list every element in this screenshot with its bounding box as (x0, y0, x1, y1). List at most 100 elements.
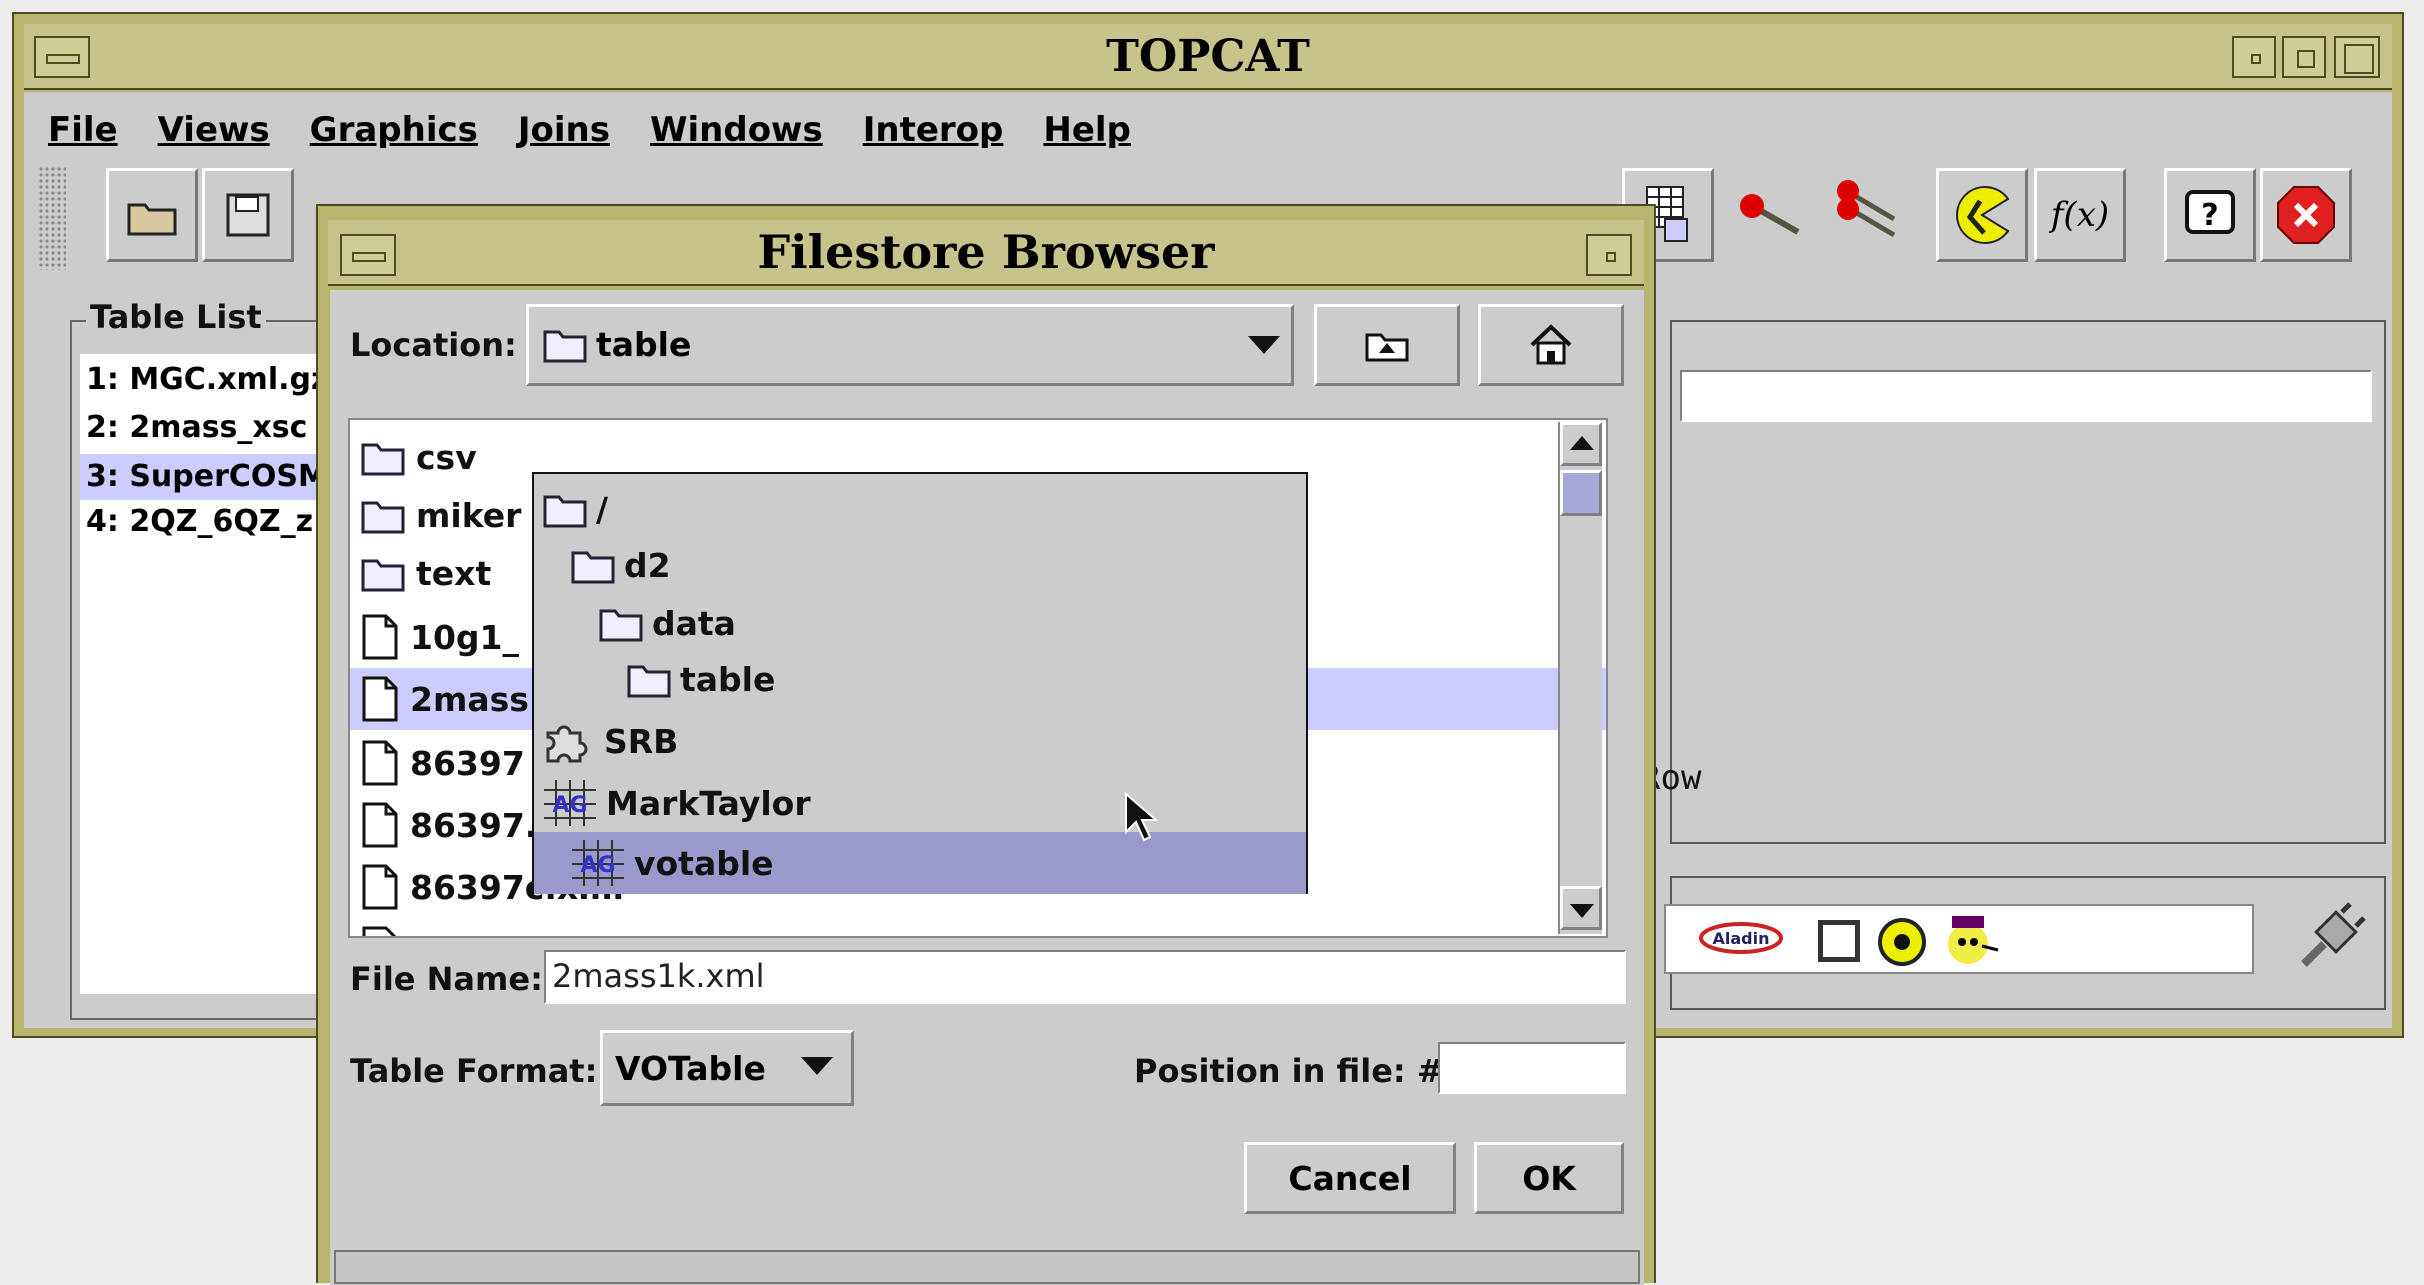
menu-help[interactable]: Help (1043, 110, 1131, 154)
topcat-title-bar[interactable]: TOPCAT (24, 24, 2392, 90)
table-list-item[interactable]: 2: 2mass_xsc (86, 410, 307, 445)
scroll-down-button[interactable] (1560, 886, 1602, 930)
pacman-cursor-icon (1956, 186, 2010, 244)
table-list-item[interactable]: 1: MGC.xml.gz (86, 362, 328, 397)
file-name-field[interactable]: 2mass1k.xml (544, 950, 1626, 1004)
cancel-button[interactable]: Cancel (1244, 1142, 1456, 1214)
functions-button[interactable]: f(x) (2034, 168, 2126, 262)
dialog-status-bar (334, 1250, 1640, 1284)
help-icon: ? (2185, 190, 2235, 234)
aladin-logo-icon: Aladin (1699, 922, 1783, 954)
menu-interop[interactable]: Interop (863, 110, 1004, 154)
toolbar-grip[interactable] (38, 166, 66, 270)
astrogrid-icon: AG (572, 840, 624, 886)
svg-text:?: ? (2201, 198, 2218, 233)
restore-button[interactable] (2334, 36, 2380, 78)
menu-graphics[interactable]: Graphics (310, 110, 478, 154)
menu-file[interactable]: File (48, 110, 118, 154)
send-to-sampler-button[interactable] (1726, 168, 1818, 262)
chevron-down-icon[interactable] (1246, 334, 1282, 356)
plug-icon[interactable] (2290, 898, 2370, 978)
broadcast-button[interactable] (1824, 168, 1916, 262)
folder-icon (361, 443, 405, 476)
folder-icon (361, 559, 405, 592)
arrow-up-icon (1570, 436, 1594, 450)
folder-icon (599, 609, 643, 642)
dialog-menu-button[interactable] (340, 234, 396, 276)
table-format-label: Table Format: (350, 1052, 598, 1090)
folder-icon (627, 665, 671, 698)
dialog-title-bar[interactable]: Filestore Browser (328, 220, 1644, 286)
dialog-title: Filestore Browser (757, 225, 1215, 279)
up-directory-button[interactable] (1314, 304, 1460, 386)
filestore-browser-window: Filestore Browser Location: table csv mi… (316, 204, 1656, 1285)
dialog-minimize-button[interactable] (1586, 234, 1632, 276)
matchstick-icon (1740, 194, 1800, 235)
menu-views[interactable]: Views (158, 110, 270, 154)
file-icon (362, 740, 398, 786)
scroll-up-button[interactable] (1560, 422, 1602, 466)
menu-bar: File Views Graphics Joins Windows Intero… (48, 110, 1171, 154)
dropdown-item[interactable]: AG MarkTaylor (534, 772, 1306, 834)
location-label: Location: (350, 326, 517, 364)
table-list-title: Table List (86, 298, 266, 336)
location-combo-value: table (542, 318, 691, 370)
svg-text:AG: AG (580, 853, 615, 878)
folder-open-icon (127, 203, 177, 236)
help-button[interactable]: ? (2164, 168, 2256, 262)
menu-windows[interactable]: Windows (650, 110, 823, 154)
maximize-button[interactable] (2282, 36, 2326, 78)
minimize-button[interactable] (2232, 36, 2276, 78)
chevron-down-icon (801, 1057, 833, 1075)
file-icon (362, 676, 398, 722)
svg-text:AG: AG (552, 793, 587, 818)
list-item[interactable] (350, 918, 1606, 936)
window-title: TOPCAT (1106, 30, 1310, 82)
file-name-label: File Name: (350, 960, 543, 998)
dropdown-item[interactable]: / (534, 478, 1306, 540)
table-format-combo[interactable]: VOTable (600, 1030, 854, 1106)
home-icon (1530, 324, 1572, 365)
activation-button[interactable] (1936, 168, 2028, 262)
folder-up-icon (1365, 333, 1409, 362)
topcat-client-icon (1948, 916, 1999, 964)
location-dropdown-list[interactable]: / d2 data table SRB AG MarkTaylor AG vot… (532, 472, 1308, 894)
dropdown-item[interactable]: d2 (534, 534, 1306, 596)
puzzle-icon (546, 725, 588, 763)
file-icon (362, 802, 398, 848)
menu-joins[interactable]: Joins (518, 110, 610, 154)
dropdown-item-selected[interactable]: AG votable (534, 832, 1306, 894)
window-menu-button[interactable] (34, 36, 90, 78)
arrow-down-icon (1570, 904, 1594, 918)
home-button[interactable] (1478, 304, 1624, 386)
file-icon (362, 864, 398, 910)
save-table-button[interactable] (202, 168, 294, 262)
folder-icon (571, 551, 615, 584)
mouse-pointer-icon (1125, 792, 1159, 842)
file-icon (362, 926, 397, 936)
svg-text:Aladin: Aladin (1713, 929, 1770, 948)
exit-button[interactable] (2260, 168, 2352, 262)
dialog-content: Location: table csv miker text 10g1_ 2ma… (330, 290, 1644, 1285)
fx-icon: f(x) (2050, 195, 2110, 235)
stop-icon (2277, 186, 2335, 244)
table-label-field[interactable] (1680, 370, 2372, 422)
vertical-scrollbar[interactable] (1558, 422, 1602, 934)
folder-icon (361, 501, 405, 534)
dropdown-item[interactable]: SRB (534, 710, 1306, 772)
position-label: Position in file: # (1134, 1052, 1444, 1090)
scroll-thumb[interactable] (1560, 470, 1602, 516)
position-field[interactable] (1438, 1042, 1626, 1094)
table-list-item[interactable]: 4: 2QZ_6QZ_z (86, 504, 313, 539)
ok-button[interactable]: OK (1474, 1142, 1624, 1214)
dropdown-item[interactable]: data (534, 592, 1306, 654)
interop-clients-strip: Aladin (1664, 904, 2254, 974)
matchsticks-icon (1837, 180, 1896, 238)
open-table-button[interactable] (106, 168, 198, 262)
file-icon (362, 614, 398, 660)
folder-icon (543, 330, 587, 363)
astrogrid-icon: AG (544, 780, 596, 826)
blank-client-icon (1818, 920, 1860, 962)
floppy-disk-icon (226, 193, 270, 237)
dropdown-item[interactable]: table (534, 648, 1306, 710)
